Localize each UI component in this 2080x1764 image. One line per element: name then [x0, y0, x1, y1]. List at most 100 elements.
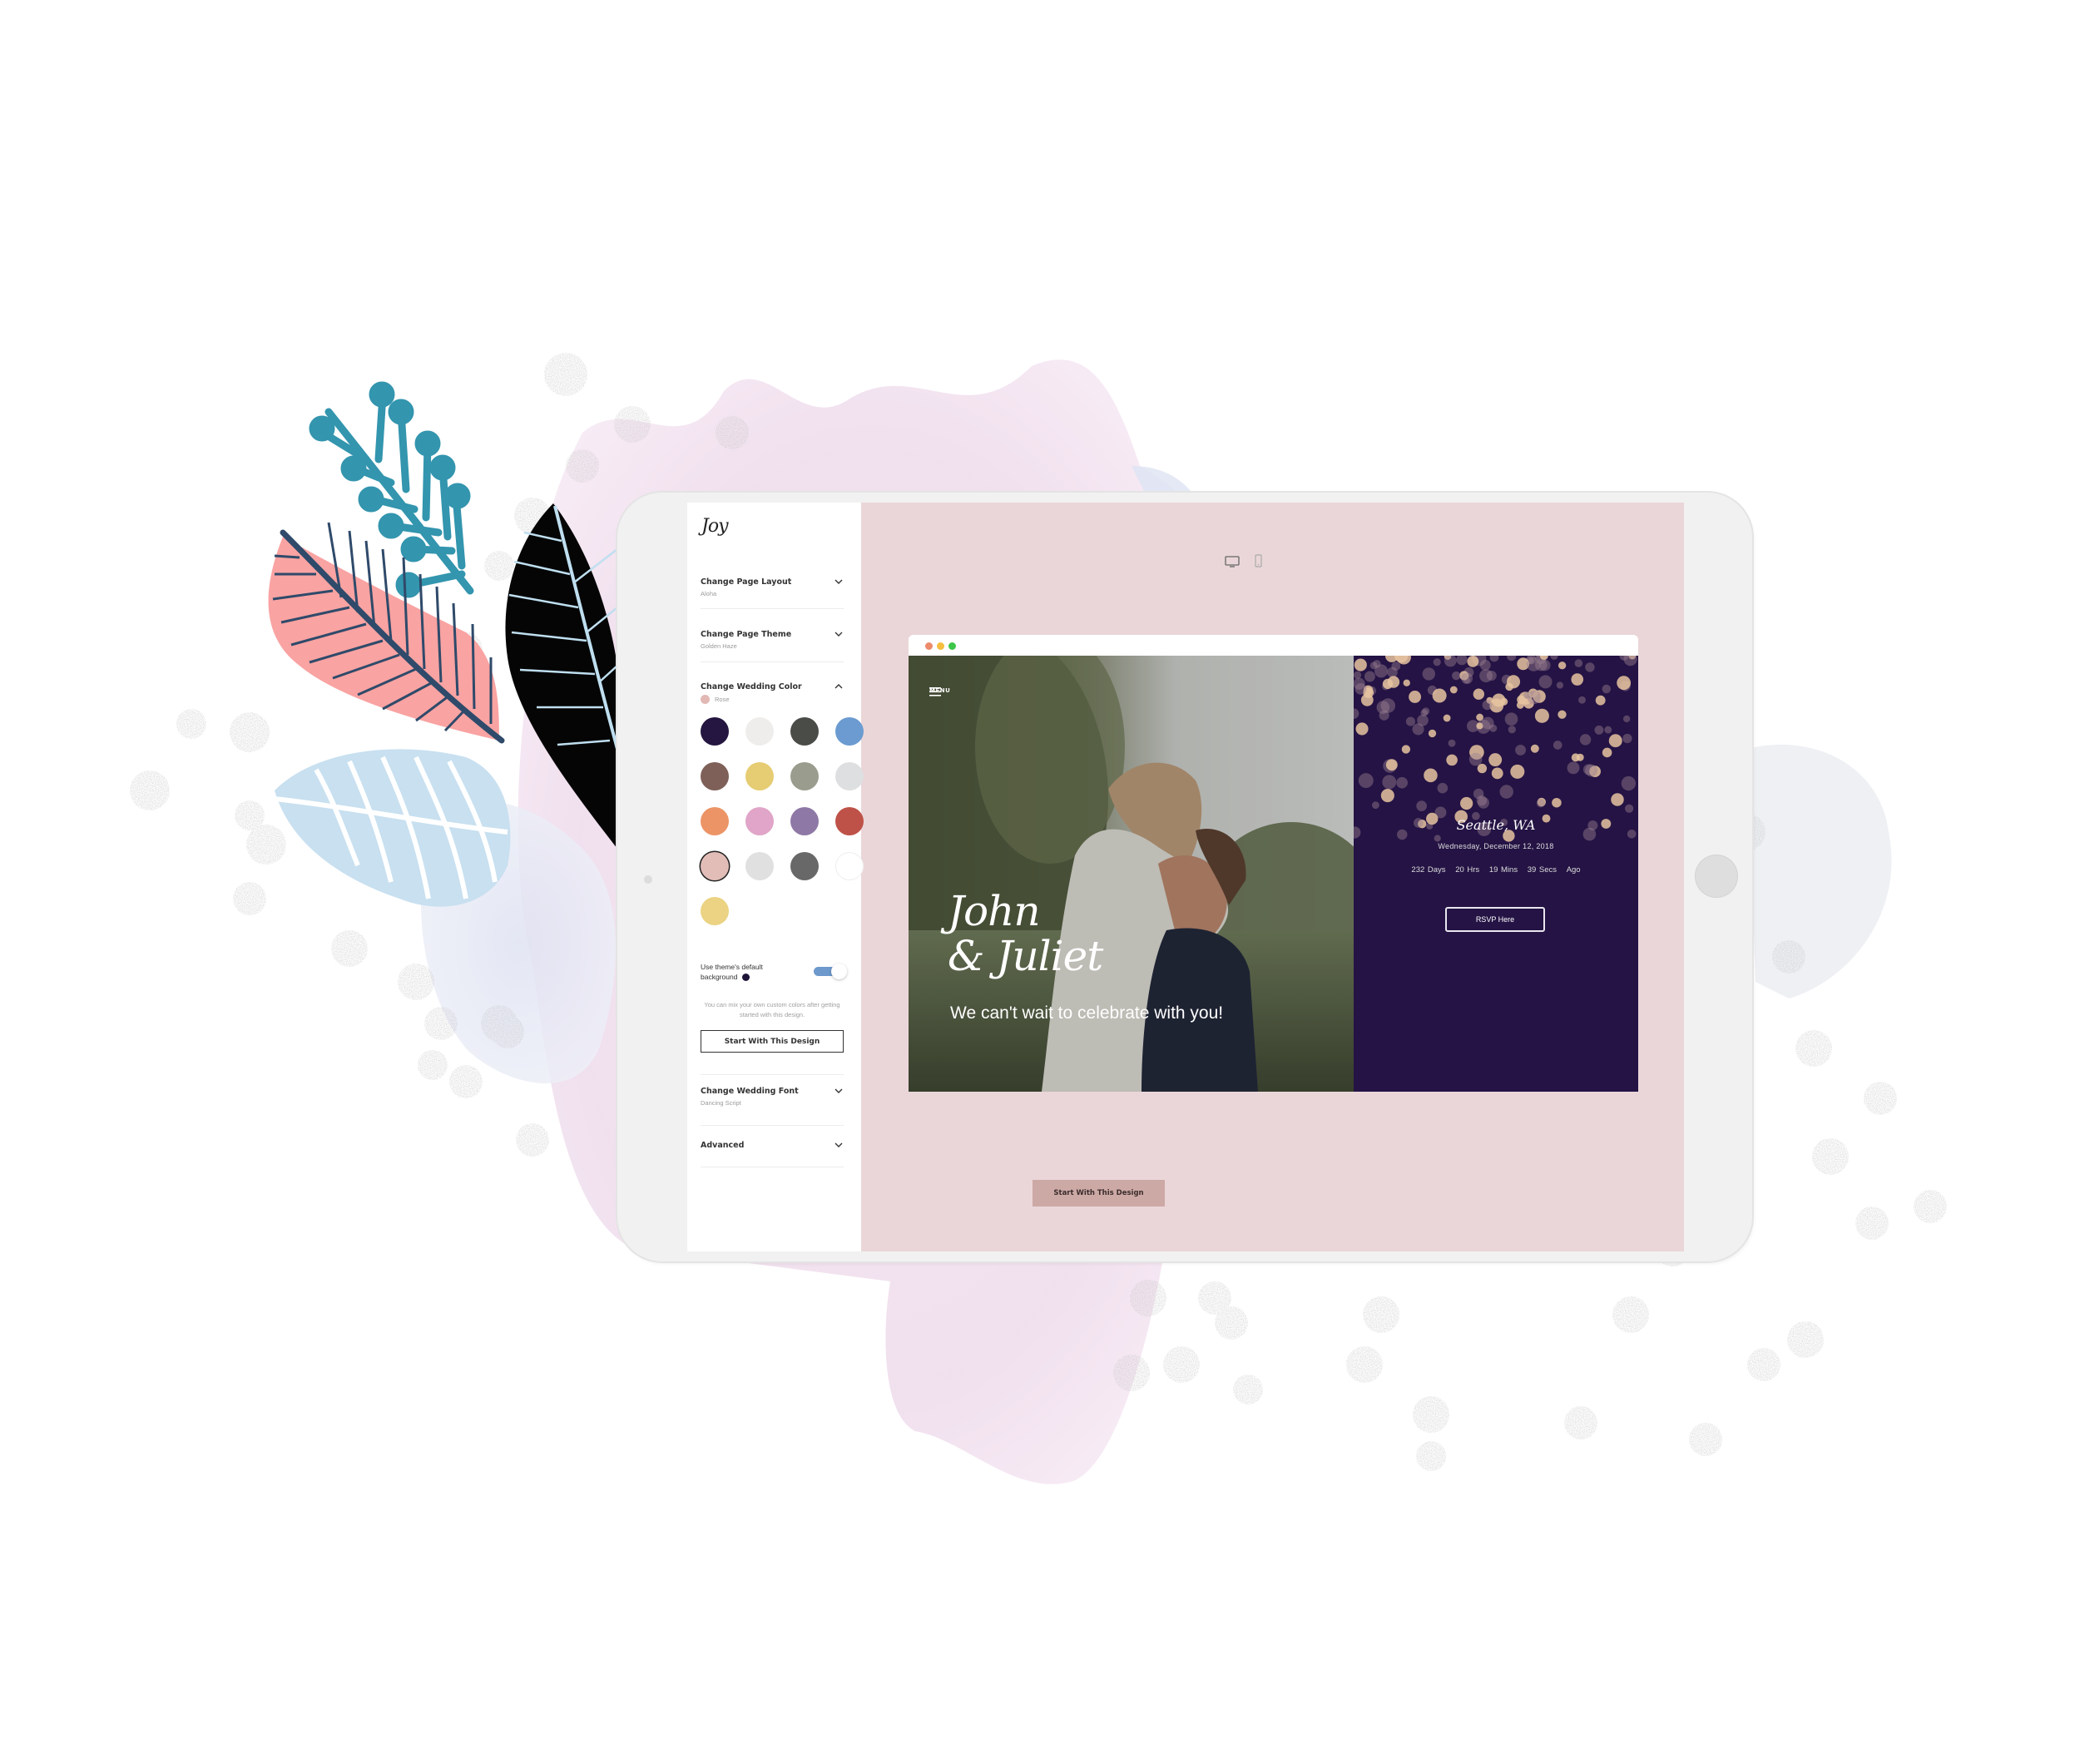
bokeh-light [1460, 796, 1473, 810]
bokeh-light [1479, 669, 1493, 683]
bokeh-light [1526, 657, 1541, 671]
bokeh-light [1476, 795, 1488, 806]
bokeh-light [1538, 675, 1553, 689]
preview-start-design-button[interactable]: Start With This Design [1033, 1180, 1165, 1207]
bokeh-light [1422, 667, 1436, 681]
color-swatch-brick-red[interactable] [835, 807, 864, 835]
mobile-icon[interactable] [1255, 554, 1262, 567]
default-background-toggle[interactable] [814, 964, 847, 979]
glitter-dot [544, 353, 587, 396]
glitter-dot [1689, 1423, 1722, 1456]
desktop-icon[interactable] [1225, 556, 1240, 567]
color-swatch-charcoal[interactable] [790, 717, 819, 746]
bokeh-light [1567, 761, 1580, 775]
bokeh-light [1371, 801, 1379, 810]
couple-names: John & Juliet [948, 887, 1103, 980]
bokeh-light [1571, 673, 1584, 686]
section-page-layout[interactable]: Change Page Layout Aloha [701, 577, 844, 609]
glitter-dot [1130, 1280, 1166, 1316]
sidebar-start-design-button[interactable]: Start With This Design [701, 1030, 844, 1053]
divider [701, 608, 844, 609]
color-swatch-graphite[interactable] [790, 852, 819, 880]
blue-leaf-illustration [274, 749, 511, 907]
rsvp-button[interactable]: RSVP Here [1445, 907, 1545, 932]
bokeh-light [1558, 710, 1567, 719]
color-swatch-butter[interactable] [701, 897, 729, 925]
chevron-down-icon[interactable] [834, 1087, 844, 1095]
glitter-dot [516, 1123, 549, 1157]
event-date: Wednesday, December 12, 2018 [1438, 842, 1554, 850]
bokeh-light [1432, 688, 1447, 703]
bokeh-light [1412, 723, 1424, 736]
color-swatch-midnight[interactable] [701, 717, 729, 746]
bokeh-light [1585, 764, 1598, 777]
color-swatch-rose[interactable] [701, 852, 729, 880]
bokeh-light [1448, 739, 1456, 747]
bokeh-light [1499, 785, 1513, 799]
bokeh-light [1446, 754, 1458, 766]
watercolor-gray-blob [1747, 744, 1892, 998]
glitter-dot [1163, 1346, 1200, 1383]
glitter-dot [1864, 1082, 1897, 1115]
chevron-down-icon[interactable] [834, 1141, 844, 1149]
color-swatch-pink[interactable] [745, 807, 774, 835]
bokeh-light [1354, 671, 1362, 679]
bokeh-light [1624, 804, 1634, 813]
selected-color-name: Rose [715, 696, 730, 703]
glitter-dot [1413, 1396, 1449, 1433]
glitter-dot [1747, 1348, 1780, 1381]
bokeh-light [1477, 763, 1488, 774]
bokeh-light [1622, 733, 1632, 744]
bokeh-light [1354, 683, 1367, 695]
tablet-frame: Joy Change Page Layout Aloha Change Page… [617, 493, 1752, 1261]
color-swatch-silver[interactable] [745, 852, 774, 880]
bokeh-light [1437, 782, 1449, 794]
bokeh-light [1468, 752, 1483, 766]
section-title: Change Page Theme [701, 630, 792, 639]
color-swatch-light-gray[interactable] [835, 762, 864, 790]
color-swatch-lavender[interactable] [790, 807, 819, 835]
bokeh-light [1611, 793, 1624, 806]
chevron-up-icon[interactable] [834, 682, 844, 691]
chevron-down-icon[interactable] [834, 577, 844, 586]
bokeh-light [1385, 656, 1399, 662]
menu-button[interactable]: MENU [929, 687, 950, 696]
bokeh-light [1409, 691, 1422, 703]
section-title: Advanced [701, 1141, 745, 1150]
color-swatch-gold-dots[interactable] [745, 762, 774, 790]
countdown-days: 232 Days [1411, 865, 1446, 875]
color-swatch-sky-blue[interactable] [835, 717, 864, 746]
event-location: Seattle, WA [1456, 817, 1536, 833]
color-swatch-coral[interactable] [701, 807, 729, 835]
section-wedding-font[interactable]: Change Wedding Font Dancing Script [701, 1074, 844, 1126]
color-swatch-mocha[interactable] [701, 762, 729, 790]
glitter-dot [233, 882, 266, 915]
color-swatch-ivory[interactable] [745, 717, 774, 746]
glitter-dot [1914, 1190, 1947, 1223]
section-value: Dancing Script [701, 1099, 741, 1107]
section-advanced[interactable]: Advanced [701, 1141, 844, 1167]
color-swatch-white[interactable] [835, 852, 864, 880]
glitter-dot [424, 1007, 458, 1040]
close-dot [925, 642, 933, 650]
chevron-down-icon[interactable] [834, 630, 844, 638]
bokeh-light [1623, 656, 1637, 666]
countdown-suffix: Ago [1566, 865, 1581, 875]
bokeh-light [1504, 712, 1518, 726]
color-swatch-sage[interactable] [790, 762, 819, 790]
custom-colors-hint: You can mix your own custom colors after… [704, 1001, 840, 1018]
toggle-knob [831, 964, 847, 979]
glitter-dot [1416, 1441, 1446, 1471]
hamburger-icon [929, 687, 941, 696]
section-value: Golden Haze [701, 642, 737, 650]
section-page-theme[interactable]: Change Page Theme Golden Haze [701, 630, 844, 662]
section-wedding-color[interactable]: Change Wedding Color Rose [701, 682, 844, 704]
home-button[interactable] [1695, 855, 1738, 898]
bokeh-light [1516, 701, 1524, 709]
joy-logo[interactable]: Joy [701, 516, 728, 537]
bokeh-light [1617, 676, 1632, 691]
section-title: Change Wedding Color [701, 682, 802, 691]
glitter-dot [398, 964, 434, 1000]
bokeh-light [1405, 716, 1416, 726]
bokeh-light [1608, 734, 1622, 748]
